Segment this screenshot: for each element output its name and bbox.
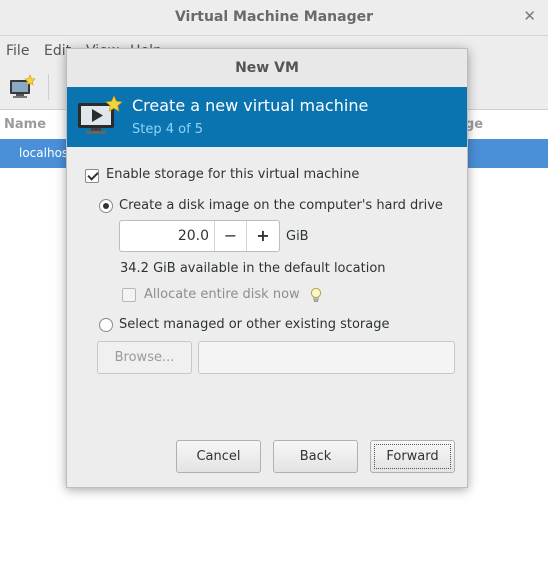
decrement-button[interactable]: − xyxy=(214,221,246,251)
main-window-title: Virtual Machine Manager xyxy=(174,9,374,25)
lightbulb-icon[interactable] xyxy=(310,287,322,304)
disk-size-input[interactable]: 20.0 xyxy=(120,228,209,244)
allocate-disk-label[interactable]: Allocate entire disk now xyxy=(144,287,300,302)
dialog-banner: Create a new virtual machine Step 4 of 5 xyxy=(67,87,467,147)
column-header-name[interactable]: Name xyxy=(4,117,46,132)
enable-storage-checkbox[interactable] xyxy=(85,169,99,183)
storage-path-input[interactable] xyxy=(198,341,455,374)
disk-size-unit: GiB xyxy=(286,229,309,244)
enable-storage-label[interactable]: Enable storage for this virtual machine xyxy=(106,167,359,182)
select-existing-label[interactable]: Select managed or other existing storage xyxy=(119,317,389,332)
available-space-text: 34.2 GiB available in the default locati… xyxy=(120,261,386,276)
menu-file[interactable]: File xyxy=(6,43,29,59)
focus-ring xyxy=(374,444,451,469)
back-button[interactable]: Back xyxy=(273,440,358,473)
create-disk-label[interactable]: Create a disk image on the computer's ha… xyxy=(119,198,443,213)
close-icon[interactable]: ✕ xyxy=(523,7,536,25)
select-existing-radio[interactable] xyxy=(99,318,113,332)
create-disk-radio[interactable] xyxy=(99,199,113,213)
new-vm-icon[interactable] xyxy=(8,74,36,100)
connection-label: localhost xyxy=(19,146,73,160)
cancel-button[interactable]: Cancel xyxy=(176,440,261,473)
browse-button[interactable]: Browse... xyxy=(97,341,192,374)
toolbar-separator xyxy=(48,74,49,100)
new-vm-dialog: New VM Create a new virtual machine Step… xyxy=(66,48,468,488)
increment-button[interactable]: + xyxy=(246,221,279,251)
forward-button[interactable]: Forward xyxy=(370,440,455,473)
dialog-title: New VM xyxy=(235,60,299,76)
dialog-titlebar: New VM xyxy=(67,49,467,87)
new-vm-banner-icon xyxy=(78,95,122,134)
disk-size-spinbutton[interactable]: 20.0 − + xyxy=(119,220,280,252)
main-titlebar: Virtual Machine Manager ✕ xyxy=(0,0,548,36)
allocate-disk-checkbox[interactable] xyxy=(122,288,136,302)
banner-step: Step 4 of 5 xyxy=(132,122,204,137)
banner-title: Create a new virtual machine xyxy=(132,96,369,115)
